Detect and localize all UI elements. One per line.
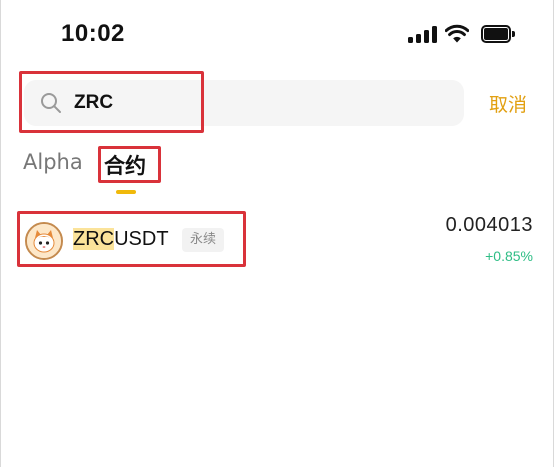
search-bar[interactable] (24, 80, 464, 126)
wifi-icon (445, 24, 469, 43)
battery-icon (481, 25, 515, 43)
app-screen: 10:02 取消 Alpha 合约 (0, 0, 554, 467)
search-input[interactable] (74, 86, 444, 120)
tab-contract[interactable]: 合约 (104, 150, 146, 180)
pair-name-rest: USDT (114, 228, 169, 250)
status-time: 10:02 (61, 20, 125, 47)
last-price: 0.004013 (445, 214, 533, 236)
cellular-signal-icon (408, 26, 438, 43)
search-icon (41, 93, 61, 113)
coin-avatar-icon (25, 222, 63, 260)
pair-name: ZRCUSDT (73, 228, 169, 251)
price-change: +0.85% (485, 248, 533, 264)
tab-alpha[interactable]: Alpha (23, 150, 83, 174)
cancel-button[interactable]: 取消 (489, 90, 527, 117)
perpetual-badge: 永续 (182, 228, 225, 252)
active-tab-indicator (116, 190, 136, 194)
search-result-row[interactable]: ZRCUSDT 永续 0.004013 +0.85% (1, 210, 553, 270)
pair-name-match: ZRC (73, 228, 115, 250)
